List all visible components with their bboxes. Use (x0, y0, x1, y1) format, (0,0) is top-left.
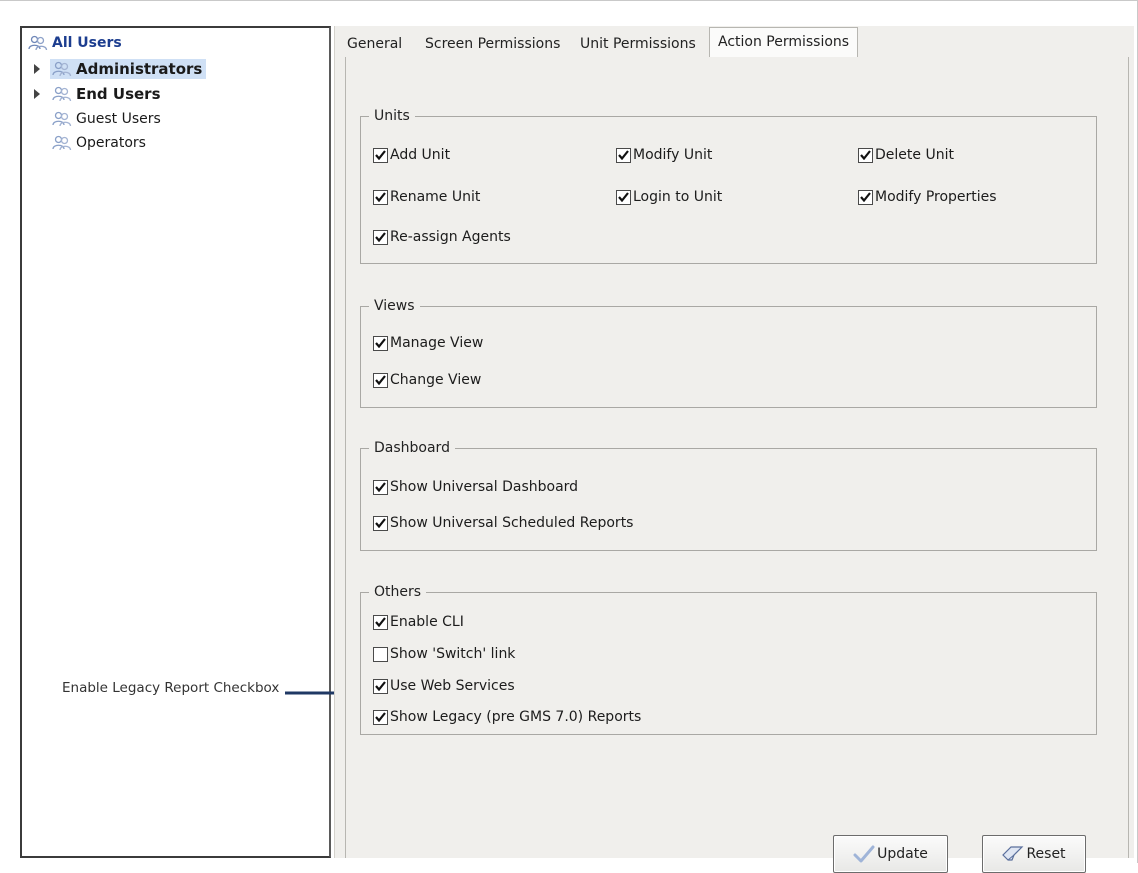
checkbox-label: Show Universal Dashboard (390, 479, 579, 495)
login-to-unit-checkbox[interactable]: Login to Unit (616, 189, 722, 205)
checkbox-checked-icon[interactable] (373, 147, 388, 163)
checkbox-label: Show 'Switch' link (390, 646, 516, 662)
views-group: Views Manage View Change View (360, 297, 1097, 408)
reset-button[interactable]: Reset (982, 835, 1086, 873)
tab-action-permissions[interactable]: Action Permissions (709, 27, 859, 59)
units-group-title: Units (369, 107, 415, 125)
tree-item-label: Administrators (76, 60, 203, 78)
rename-unit-checkbox[interactable]: Rename Unit (373, 189, 480, 205)
tree-item-label: Operators (76, 135, 146, 151)
units-group: Units Add Unit Modify Unit Delete Unit R… (360, 107, 1097, 264)
checkmark-icon (853, 845, 875, 863)
tree-root-label: All Users (52, 35, 122, 51)
change-view-checkbox[interactable]: Change View (373, 372, 481, 388)
reset-button-label: Reset (1026, 846, 1066, 862)
checkbox-checked-icon[interactable] (373, 515, 388, 531)
checkbox-label: Use Web Services (390, 678, 515, 694)
checkbox-label: Manage View (390, 335, 484, 351)
enable-cli-checkbox[interactable]: Enable CLI (373, 614, 464, 630)
checkbox-label: Re-assign Agents (390, 229, 511, 245)
tree-item-label: End Users (76, 85, 161, 103)
user-group-icon (52, 111, 72, 127)
tab-strip: General Screen Permissions Unit Permissi… (345, 26, 1126, 59)
action-permissions-content: Units Add Unit Modify Unit Delete Unit R… (345, 57, 1129, 873)
modify-properties-checkbox[interactable]: Modify Properties (858, 189, 997, 205)
checkbox-label: Login to Unit (633, 189, 723, 205)
show-legacy-reports-checkbox[interactable]: Show Legacy (pre GMS 7.0) Reports (373, 709, 641, 725)
checkbox-label: Show Universal Scheduled Reports (390, 515, 634, 531)
use-web-services-checkbox[interactable]: Use Web Services (373, 678, 515, 694)
update-button-label: Update (877, 846, 928, 862)
modify-unit-checkbox[interactable]: Modify Unit (616, 147, 712, 163)
checkbox-label: Delete Unit (875, 147, 954, 163)
views-group-title: Views (369, 297, 420, 315)
tree-item-label: Guest Users (76, 111, 161, 127)
dashboard-group-title: Dashboard (369, 439, 455, 457)
tab-unit-permissions[interactable]: Unit Permissions (578, 32, 698, 57)
checkbox-checked-icon[interactable] (373, 335, 388, 351)
show-switch-link-checkbox[interactable]: Show 'Switch' link (373, 646, 515, 662)
user-group-icon (52, 135, 72, 151)
tree-item-operators[interactable]: Operators (52, 132, 146, 154)
re-assign-agents-checkbox[interactable]: Re-assign Agents (373, 229, 511, 245)
window-top-border (0, 0, 1138, 1)
show-universal-scheduled-reports-checkbox[interactable]: Show Universal Scheduled Reports (373, 515, 633, 531)
checkbox-checked-icon[interactable] (373, 229, 388, 245)
show-universal-dashboard-checkbox[interactable]: Show Universal Dashboard (373, 479, 578, 495)
permissions-panel: General Screen Permissions Unit Permissi… (334, 26, 1134, 873)
checkbox-checked-icon[interactable] (373, 189, 388, 205)
user-group-tree: All Users Administrators End Users Guest… (20, 26, 331, 858)
others-group: Others Enable CLI Show 'Switch' link Use… (360, 583, 1097, 735)
checkbox-label: Modify Properties (875, 189, 997, 205)
tree-item-administrators[interactable]: Administrators (32, 58, 207, 80)
expand-arrow-icon[interactable] (32, 89, 42, 99)
tab-screen-permissions[interactable]: Screen Permissions (423, 32, 562, 57)
annotation-callout-text: Enable Legacy Report Checkbox (62, 680, 280, 696)
others-group-title: Others (369, 583, 427, 601)
user-group-icon (28, 35, 48, 51)
user-group-icon (52, 86, 72, 102)
checkbox-checked-icon[interactable] (858, 147, 873, 163)
delete-unit-checkbox[interactable]: Delete Unit (858, 147, 954, 163)
checkbox-checked-icon[interactable] (373, 479, 388, 495)
checkbox-label: Enable CLI (390, 614, 464, 630)
checkbox-checked-icon[interactable] (373, 614, 388, 630)
update-button[interactable]: Update (833, 835, 948, 873)
tree-item-guest-users[interactable]: Guest Users (52, 108, 161, 130)
checkbox-checked-icon[interactable] (373, 709, 388, 725)
tree-item-end-users[interactable]: End Users (32, 83, 161, 105)
checkbox-label: Rename Unit (390, 189, 481, 205)
checkbox-checked-icon[interactable] (858, 189, 873, 205)
checkbox-checked-icon[interactable] (373, 678, 388, 694)
checkbox-label: Add Unit (390, 147, 451, 163)
checkbox-checked-icon[interactable] (373, 372, 388, 388)
dashboard-group: Dashboard Show Universal Dashboard Show … (360, 439, 1097, 551)
expand-arrow-icon[interactable] (32, 64, 42, 74)
checkbox-checked-icon[interactable] (616, 147, 631, 163)
checkbox-label: Modify Unit (633, 147, 713, 163)
checkbox-label: Show Legacy (pre GMS 7.0) Reports (390, 709, 642, 725)
add-unit-checkbox[interactable]: Add Unit (373, 147, 450, 163)
tree-root-all-users[interactable]: All Users (28, 32, 122, 54)
tree-item-selection: Administrators (50, 59, 207, 79)
checkbox-label: Change View (390, 372, 482, 388)
eraser-icon (1002, 846, 1024, 861)
checkbox-unchecked-icon[interactable] (373, 646, 388, 662)
checkbox-checked-icon[interactable] (616, 189, 631, 205)
tab-general[interactable]: General (345, 32, 404, 57)
manage-view-checkbox[interactable]: Manage View (373, 335, 483, 351)
user-group-icon (52, 61, 72, 77)
